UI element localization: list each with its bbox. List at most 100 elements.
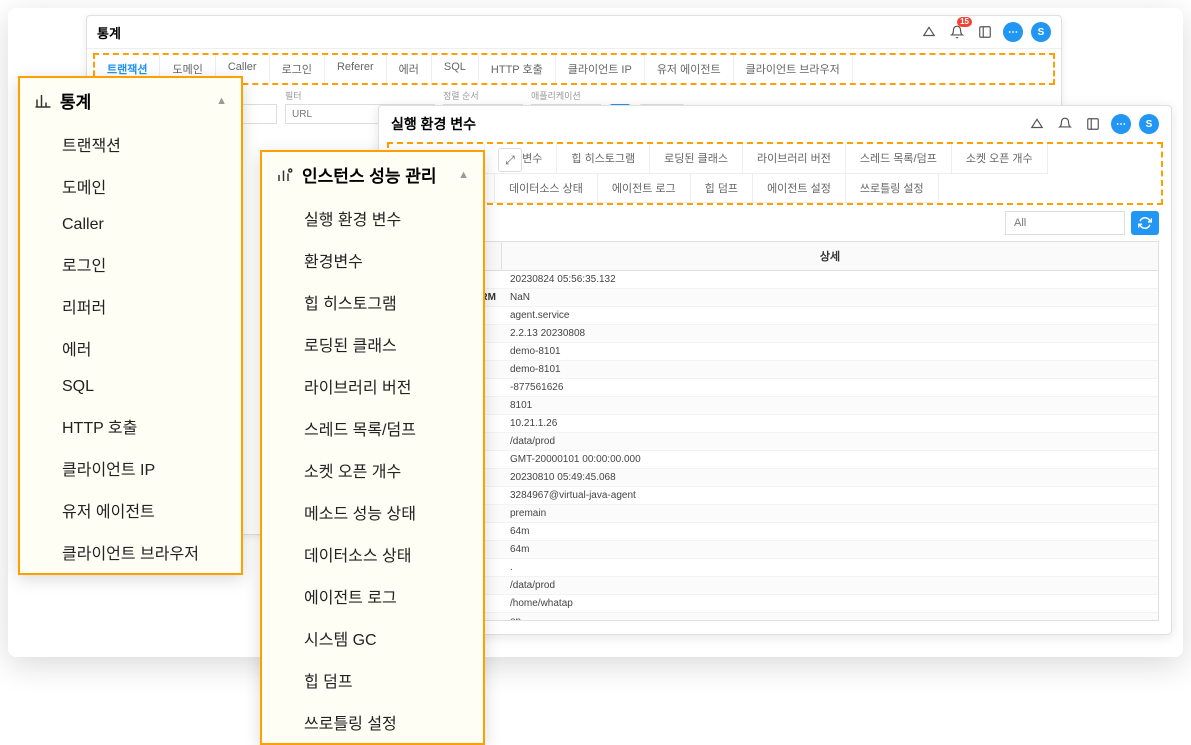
dropdown-title: 통계	[60, 88, 91, 113]
search-input[interactable]	[1005, 211, 1125, 235]
table-row[interactable]: whatap.onamedemo-8101	[392, 361, 1158, 379]
chevron-up-icon[interactable]: ▲	[458, 169, 469, 181]
col-header-detail: 상세	[502, 242, 1158, 270]
panel-icon[interactable]	[1083, 114, 1103, 134]
tab-agent-log[interactable]: 에이전트 로그	[598, 174, 691, 203]
dropdown-item[interactable]: Caller	[20, 207, 241, 243]
tab-agent-config[interactable]: 에이전트 설정	[753, 174, 846, 203]
table-row[interactable]: user.home/home/whatap	[392, 595, 1158, 613]
tab-heap-dump[interactable]: 힙 덤프	[691, 174, 753, 203]
table-row[interactable]: whatap.boot.startpremain	[392, 505, 1158, 523]
dropdown-item[interactable]: 클라이언트 IP	[20, 447, 241, 489]
tab-loaded-classes[interactable]: 로딩된 클래스	[650, 144, 743, 174]
dropdown-item[interactable]: 소켓 오픈 개수	[262, 449, 483, 491]
row-value: en	[502, 613, 1158, 621]
tab-browser[interactable]: 클라이언트 브라우저	[734, 55, 853, 83]
table-row[interactable]: user.dir/data/prod	[392, 577, 1158, 595]
dropdown-item[interactable]: 트랜잭션	[20, 123, 241, 165]
dropdown-item[interactable]: 환경변수	[262, 239, 483, 281]
dropdown-item[interactable]: 시스템 GC	[262, 617, 483, 659]
tab-login[interactable]: 로그인	[270, 55, 325, 83]
refresh-button[interactable]	[1131, 211, 1159, 235]
dropdown-item[interactable]: 힙 히스토그램	[262, 281, 483, 323]
table-row[interactable]: java.name3284967@virtual-java-agent	[392, 487, 1158, 505]
table-row[interactable]: java.start20230810 05:49:45.068	[392, 469, 1158, 487]
row-value: demo-8101	[502, 343, 1158, 360]
dropdown-item[interactable]: 도메인	[20, 165, 241, 207]
page-title: 실행 환경 변수	[391, 114, 476, 134]
tab-user-agent[interactable]: 유저 에이전트	[645, 55, 734, 83]
dropdown-item[interactable]: HTTP 호출	[20, 405, 241, 447]
row-value: 20230824 05:56:35.132	[502, 271, 1158, 288]
notification-badge: 15	[957, 17, 972, 27]
theme-icon[interactable]	[1027, 114, 1047, 134]
tab-error[interactable]: 에러	[387, 55, 432, 83]
filter-label-app: 애플리케이션	[531, 89, 601, 102]
dropdown-item[interactable]: SQL	[20, 369, 241, 405]
dropdown-item[interactable]: 리퍼러	[20, 285, 241, 327]
tab-referer[interactable]: Referer	[325, 55, 387, 83]
dropdown-item[interactable]: 에러	[20, 327, 241, 369]
expand-icon[interactable]: ⤢	[498, 148, 522, 172]
instance-perf-window: 실행 환경 변수 ⋯ S 실행 환경 변수 환경 변수 힙 히스토그램 로딩된 …	[378, 105, 1172, 635]
table-row[interactable]: CLOUD_PLATFORMNaN	[392, 289, 1158, 307]
dropdown-item[interactable]: 실행 환경 변수	[262, 197, 483, 239]
row-value: 20230810 05:49:45.068	[502, 469, 1158, 486]
dropdown-item[interactable]: 로그인	[20, 243, 241, 285]
filter-label-sort: 정렬 순서	[443, 89, 523, 102]
table-row[interactable]: whatap.home/data/prod	[392, 433, 1158, 451]
tab-throttling[interactable]: 쓰로틀링 설정	[846, 174, 939, 203]
tab-datasource[interactable]: 데이터소스 상태	[495, 174, 598, 203]
notification-icon[interactable]	[1055, 114, 1075, 134]
dropdown-item[interactable]: 유저 에이전트	[20, 489, 241, 531]
row-value: agent.service	[502, 307, 1158, 324]
user-avatar[interactable]: S	[1031, 22, 1051, 42]
statistics-dropdown: 통계 ▲ 트랜잭션도메인Caller로그인리퍼러에러SQLHTTP 호출클라이언…	[18, 76, 243, 575]
tab-sql[interactable]: SQL	[432, 55, 479, 83]
dropdown-item[interactable]: 로딩된 클래스	[262, 323, 483, 365]
tab-client-ip[interactable]: 클라이언트 IP	[556, 55, 645, 83]
dropdown-item[interactable]: 힙 덤프	[262, 659, 483, 701]
dropdown-item[interactable]: 에이전트 로그	[262, 575, 483, 617]
tab-http[interactable]: HTTP 호출	[479, 55, 556, 83]
dropdown-title: 인스턴스 성능 관리	[302, 162, 437, 187]
row-value: 10.21.1.26	[502, 415, 1158, 432]
table-row[interactable]: whatap.containeragent.service	[392, 307, 1158, 325]
row-value: -877561626	[502, 379, 1158, 396]
theme-icon[interactable]	[919, 22, 939, 42]
dropdown-item[interactable]: 메소드 성능 상태	[262, 491, 483, 533]
tab-socket-open[interactable]: 소켓 오픈 개수	[952, 144, 1048, 174]
table-row[interactable]: whatap.namedemo-8101	[392, 343, 1158, 361]
bar-chart-icon	[34, 92, 52, 110]
chevron-up-icon[interactable]: ▲	[216, 95, 227, 107]
table-row[interactable]: -Xmx64m	[392, 523, 1158, 541]
table-row[interactable]: whatap.oid-877561626	[392, 379, 1158, 397]
row-value: GMT-20000101 00:00:00.000	[502, 451, 1158, 468]
table-row[interactable]: whatap.version2.2.13 20230808	[392, 325, 1158, 343]
tab-heap-hist[interactable]: 힙 히스토그램	[557, 144, 650, 174]
table-row[interactable]: whatap.ip10.21.1.26	[392, 415, 1158, 433]
more-menu[interactable]: ⋯	[1003, 22, 1023, 42]
panel-icon[interactable]	[975, 22, 995, 42]
dropdown-item[interactable]: 쓰로틀링 설정	[262, 701, 483, 743]
table-row[interactable]: whatap.boot.time20230824 05:56:35.132	[392, 271, 1158, 289]
user-avatar[interactable]: S	[1139, 114, 1159, 134]
dropdown-item[interactable]: 라이브러리 버전	[262, 365, 483, 407]
more-menu[interactable]: ⋯	[1111, 114, 1131, 134]
row-value: /data/prod	[502, 577, 1158, 594]
table-row[interactable]: catalina.base.	[392, 559, 1158, 577]
dropdown-item[interactable]: 데이터소스 상태	[262, 533, 483, 575]
table-row[interactable]: uptimeGMT-20000101 00:00:00.000	[392, 451, 1158, 469]
dropdown-item[interactable]: 클라이언트 브라우저	[20, 531, 241, 573]
tab-thread-dump[interactable]: 스레드 목록/덤프	[846, 144, 952, 174]
tab-lib-version[interactable]: 라이브러리 버전	[743, 144, 846, 174]
table-row[interactable]: user.languageen	[392, 613, 1158, 621]
notification-icon[interactable]: 15	[947, 22, 967, 42]
table-row[interactable]: -Xms64m	[392, 541, 1158, 559]
row-value: premain	[502, 505, 1158, 522]
env-table: 이름 상세 whatap.boot.time20230824 05:56:35.…	[391, 241, 1159, 621]
filter-label-filter: 필터	[285, 89, 435, 102]
row-value: 64m	[502, 541, 1158, 558]
dropdown-item[interactable]: 스레드 목록/덤프	[262, 407, 483, 449]
table-row[interactable]: whatap.port8101	[392, 397, 1158, 415]
